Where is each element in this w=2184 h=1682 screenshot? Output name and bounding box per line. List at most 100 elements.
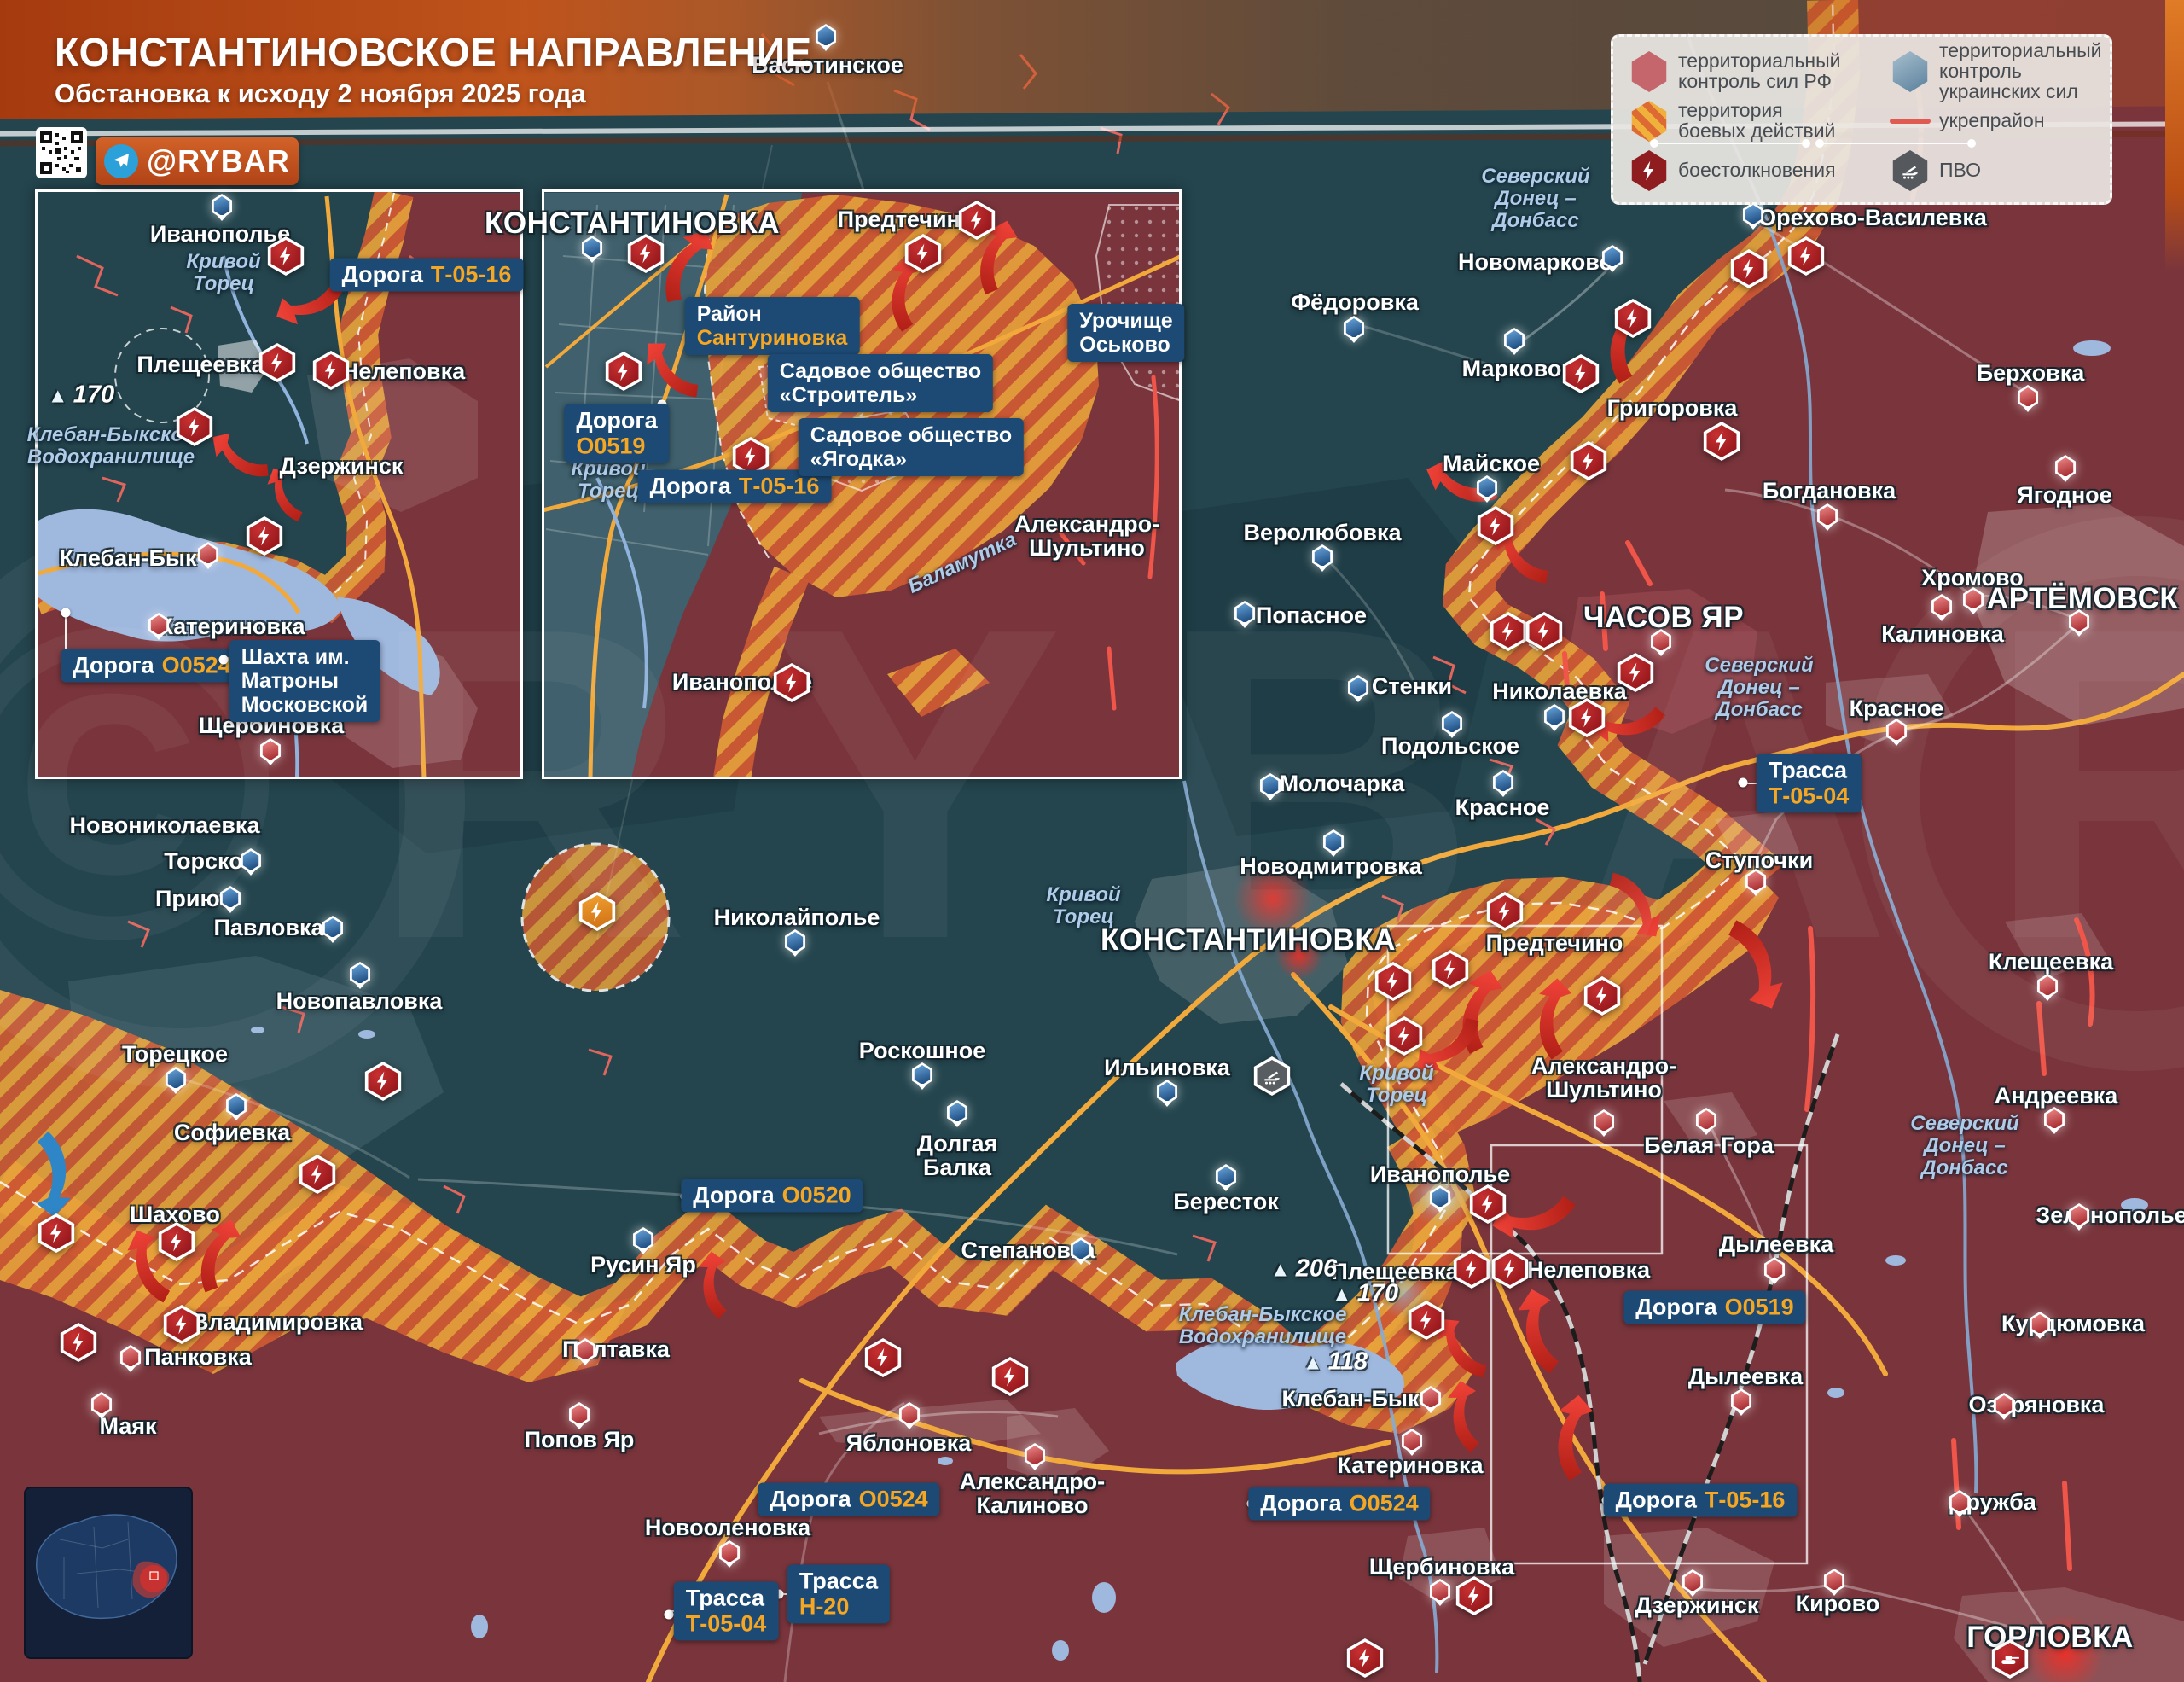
clash-icon (1569, 441, 1608, 480)
settlement-marker-rf (2068, 1203, 2090, 1228)
settlement-marker-ua (1503, 328, 1525, 352)
clash-icon (863, 1338, 903, 1377)
clash-icon (1485, 892, 1525, 931)
settlement-marker-rf (2017, 385, 2039, 410)
city-label: Роскошное (859, 1039, 985, 1062)
leader-dot (219, 655, 229, 665)
settlement-marker-ua (1322, 829, 1345, 854)
legend-label: боестолкновения (1678, 160, 1881, 181)
clash-icon (1407, 1301, 1446, 1340)
legend-ua-hex-icon (1891, 51, 1929, 92)
road-badge: ТрассаТ-05-04 (1757, 754, 1862, 812)
legend-divider (1820, 143, 1971, 144)
city-label: Николаевка (1492, 679, 1626, 703)
city-label: Андреевка (1995, 1084, 2118, 1108)
settlement-marker-rf (898, 1402, 921, 1427)
city-label: Марково (1462, 357, 1562, 381)
city-label: Григоровка (1607, 396, 1738, 420)
settlement-marker-rf (1682, 1569, 1704, 1594)
settlement-marker-ua (1492, 770, 1514, 794)
settlement-marker-ua (1156, 1080, 1178, 1104)
settlement-marker-ua (815, 24, 837, 49)
city-label: Богдановка (1763, 479, 1896, 503)
city-label: Стенки (1372, 674, 1452, 698)
settlement-marker-ua (1441, 711, 1463, 736)
legend-rf-hex-icon (1630, 51, 1668, 92)
settlement-marker-rf (148, 613, 170, 637)
settlement-marker-rf (1885, 719, 1908, 743)
qr-code (36, 127, 87, 178)
settlement-marker-rf (1949, 1490, 1971, 1515)
height-marker: ▲170 (48, 381, 114, 410)
city-label: Владимировка (192, 1310, 363, 1334)
settlement-marker-ua (784, 929, 806, 954)
settlement-marker-rf (568, 1402, 590, 1427)
city-label: Маяк (99, 1414, 156, 1438)
road-badge: ДорогаО0519 (1623, 1291, 1805, 1324)
water-label: КривойТорец (1359, 1062, 1433, 1107)
settlement-marker-ua (240, 848, 262, 873)
clash-icon (1583, 976, 1622, 1016)
settlement-marker-rf (2036, 974, 2059, 998)
clash-icon (1490, 1249, 1530, 1289)
settlement-marker-rf (259, 738, 282, 763)
road-badge: ДорогаО0519 (564, 404, 669, 463)
settlement-marker-rf (197, 542, 219, 567)
settlement-marker-rf (1420, 1386, 1442, 1411)
settlement-marker-ua (1742, 202, 1764, 227)
city-label: Николайполье (714, 905, 880, 929)
settlement-marker-ua (322, 916, 344, 940)
clash-icon (1345, 1638, 1385, 1678)
edge-accent-bar (2165, 0, 2184, 271)
settlement-marker-ua (911, 1062, 933, 1087)
clash-icon (1374, 962, 1413, 1001)
city-label: Новомарково (1458, 250, 1613, 274)
city-label: Нелеповка (342, 359, 465, 383)
road-badge: ТрассаТ-05-04 (674, 1581, 779, 1640)
settlement-marker-ua (1259, 773, 1281, 798)
legend-combat-hex-icon (1630, 101, 1668, 142)
water-label: СеверскийДонец –Донбасс (1705, 655, 1813, 721)
info-badge: Садовое общество«Ягодка» (799, 418, 1024, 476)
height-marker: ▲170 (1332, 1280, 1398, 1308)
city-label: Озаряновка (1969, 1393, 2105, 1417)
settlement-marker-ua (1234, 601, 1256, 626)
city-label: Торецкое (122, 1042, 228, 1066)
city-label: Новониколаевка (70, 813, 260, 837)
city-label: Веролюбовка (1244, 521, 1402, 544)
settlement-marker-ua (1476, 475, 1498, 500)
city-label: Орехово-Василевка (1758, 206, 1987, 230)
legend-divider-dot (1802, 139, 1810, 148)
settlement-marker-rf (1429, 1579, 1451, 1603)
settlement-marker-rf (1931, 594, 1953, 619)
settlement-marker-ua (1070, 1237, 1092, 1262)
legend-divider-dot (1967, 139, 1976, 148)
city-label: Берховка (1977, 361, 2085, 385)
settlement-marker-rf (718, 1540, 741, 1565)
settlement-marker-rf (2054, 455, 2077, 480)
city-label: КОНСТАНТИНОВКА (1101, 925, 1396, 956)
clash-icon (626, 234, 665, 273)
settlement-marker-rf (574, 1338, 596, 1363)
city-label: Нелеповка (1527, 1258, 1650, 1282)
settlement-marker-rf (1730, 1388, 1752, 1413)
leader-dot (61, 608, 71, 618)
telegram-badge: @RYBAR (96, 137, 299, 185)
road-badge: ТрассаН-20 (787, 1564, 890, 1623)
clash-icon (59, 1323, 98, 1362)
city-label: Зеленополье (2036, 1203, 2184, 1227)
settlement-marker-ua (1601, 245, 1623, 270)
clash-icon (1613, 299, 1653, 338)
clash-icon (1489, 612, 1528, 651)
clash-icon (175, 407, 214, 446)
city-label: Фёдоровка (1291, 290, 1419, 314)
city-label: Майское (1443, 451, 1540, 475)
info-badge: Шахта им.МатроныМосковской (229, 640, 380, 722)
settlement-marker-rf (1024, 1443, 1046, 1468)
clash-icon (363, 1062, 403, 1101)
clash-icon (1431, 950, 1470, 989)
tank-icon (1990, 1639, 2030, 1679)
city-label: Александро-Шультино (1014, 512, 1159, 560)
map-legend: территориальный контроль сил РФ территор… (1611, 34, 2112, 205)
settlement-marker-rf (1962, 587, 1984, 612)
